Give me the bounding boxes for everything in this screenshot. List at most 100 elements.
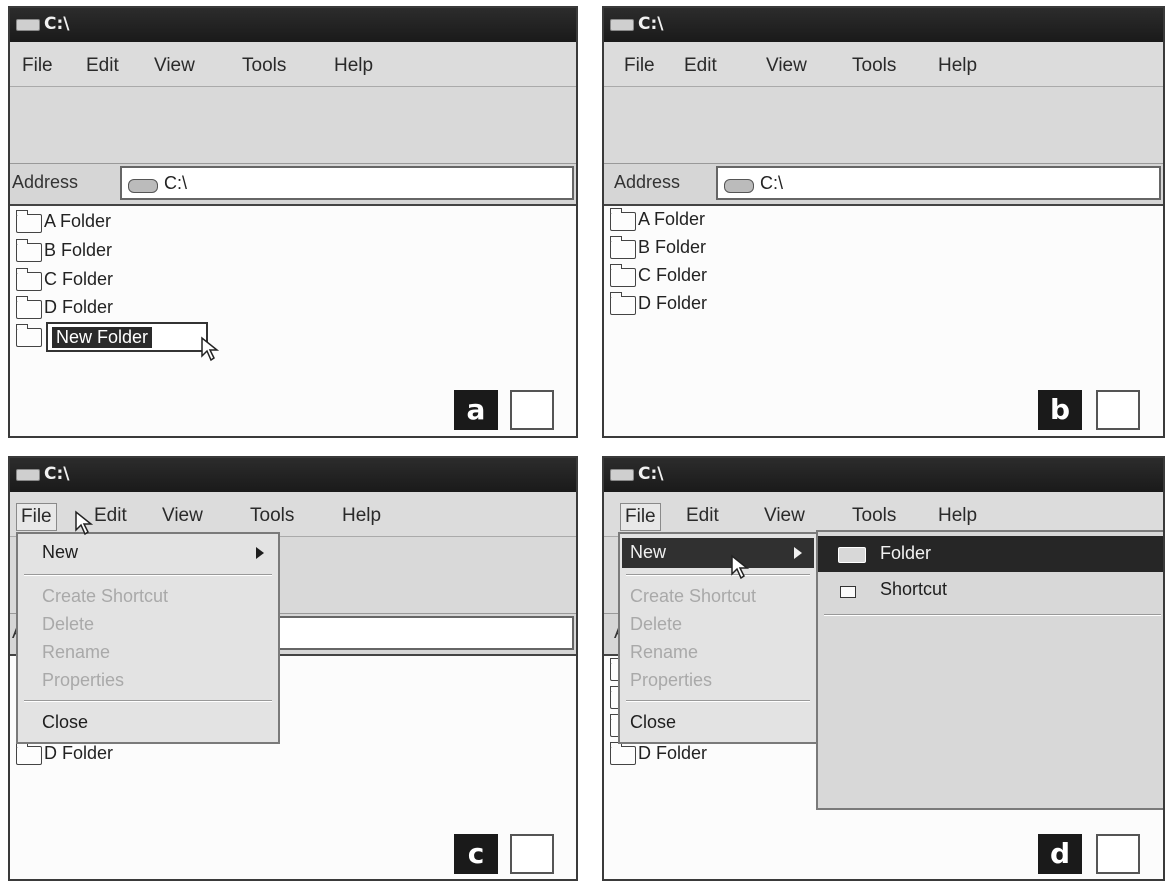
drive-icon [610,19,634,31]
address-label: Address [614,172,681,192]
folder-icon [610,236,636,259]
explorer-window-d: C:\ File Edit View Tools Help Address C:… [602,456,1165,881]
menu-item-create-shortcut[interactable]: Create Shortcut [622,582,814,612]
menu-item-label: Rename [42,642,111,662]
folder-label: D Folder [44,297,114,317]
mouse-pointer-icon [201,336,220,362]
menu-help[interactable]: Help [338,503,385,529]
menu-help[interactable]: Help [330,53,377,79]
triangle-right-icon [794,547,802,559]
folder-label: A Folder [44,211,112,231]
folder-icon [16,296,42,319]
menu-item-close[interactable]: Close [622,708,814,738]
menu-help[interactable]: Help [934,503,981,529]
menu-file[interactable]: File [16,503,57,531]
folder-icon [16,324,42,347]
file-menu-dropdown: New Create Shortcut Delete Rename Proper… [618,532,818,744]
menu-edit[interactable]: Edit [682,503,723,529]
address-bar: Address C:\ [10,164,576,206]
panel-label-b: b [1038,390,1082,430]
address-input[interactable]: C:\ [120,166,574,200]
menu-view[interactable]: View [158,503,207,529]
folder-list: A Folder B Folder C Folder D Folder New … [10,206,576,436]
rename-selected-text: New Folder [52,327,153,348]
folder-icon [16,239,42,262]
menu-item-label: New [630,542,667,562]
menu-tools[interactable]: Tools [848,503,900,529]
folder-icon [838,547,866,563]
menu-view[interactable]: View [762,53,811,79]
menu-tools[interactable]: Tools [238,53,290,79]
drive-icon [128,179,158,193]
menu-item-label: Delete [42,614,95,634]
menu-item-create-shortcut[interactable]: Create Shortcut [20,582,276,612]
menu-file[interactable]: File [18,53,57,79]
mouse-pointer-icon [731,554,750,580]
folder-label: D Folder [638,293,708,313]
menu-item-label: Properties [630,670,713,690]
menu-view[interactable]: View [150,53,199,79]
menu-file[interactable]: File [620,53,659,79]
menu-view[interactable]: View [760,503,809,529]
address-bar: Address C:\ [604,164,1163,206]
menu-item-label: Create Shortcut [42,586,169,606]
menu-item-new[interactable]: New [622,538,814,568]
title-bar: C:\ [604,8,1163,42]
panel-label-box [510,390,554,430]
menu-item-rename[interactable]: Rename [20,638,276,668]
folder-icon [16,742,42,765]
drive-icon [724,179,754,193]
panel-label-box [1096,834,1140,874]
menu-item-label: Close [42,712,89,732]
menu-tools[interactable]: Tools [848,53,900,79]
explorer-window-b: C:\ File Edit View Tools Help Address C:… [602,6,1165,438]
menu-edit[interactable]: Edit [90,503,131,529]
menu-item-delete[interactable]: Delete [20,610,276,640]
menu-edit[interactable]: Edit [82,53,123,79]
folder-icon [610,264,636,287]
menu-item-label: New [42,542,79,562]
explorer-window-c: C:\ File Edit View Tools Help Address C:… [8,456,578,881]
menu-help[interactable]: Help [934,53,981,79]
menu-item-close[interactable]: Close [20,708,276,738]
menu-tools[interactable]: Tools [246,503,298,529]
menu-item-new[interactable]: New [20,538,276,568]
submenu-item-shortcut[interactable]: Shortcut [818,572,1163,608]
menu-item-rename[interactable]: Rename [622,638,814,668]
menu-item-label: Close [630,712,677,732]
title-bar: C:\ [10,458,576,492]
menu-item-label: Delete [630,614,683,634]
menu-edit[interactable]: Edit [680,53,721,79]
menu-separator [24,700,272,702]
menu-item-label: Rename [630,642,699,662]
menu-separator [24,574,272,576]
triangle-right-icon [256,547,264,559]
menu-item-properties[interactable]: Properties [20,666,276,696]
drive-icon [16,19,40,31]
window-title: C:\ [44,464,70,484]
address-value: C:\ [760,173,784,193]
folder-icon [610,292,636,315]
folder-icon [610,208,636,231]
mouse-pointer-icon [75,510,94,536]
menu-item-delete[interactable]: Delete [622,610,814,640]
menu-item-label: Create Shortcut [630,586,757,606]
file-menu-dropdown: New Create Shortcut Delete Rename Proper… [16,532,280,744]
address-input[interactable]: C:\ [716,166,1161,200]
title-bar: C:\ [604,458,1163,492]
menu-file[interactable]: File [620,503,661,531]
drive-icon [16,469,40,481]
menu-separator [626,574,810,576]
submenu-item-label: Shortcut [880,579,948,599]
menu-item-properties[interactable]: Properties [622,666,814,696]
drive-icon [610,469,634,481]
folder-icon [16,268,42,291]
window-title: C:\ [638,14,664,34]
folder-label: B Folder [44,240,113,260]
submenu-item-folder[interactable]: Folder [818,536,1163,572]
window-title: C:\ [44,14,70,34]
rename-input[interactable]: New Folder [46,322,208,352]
panel-label-d: d [1038,834,1082,874]
folder-label: C Folder [44,269,114,289]
folder-label: A Folder [638,209,706,229]
